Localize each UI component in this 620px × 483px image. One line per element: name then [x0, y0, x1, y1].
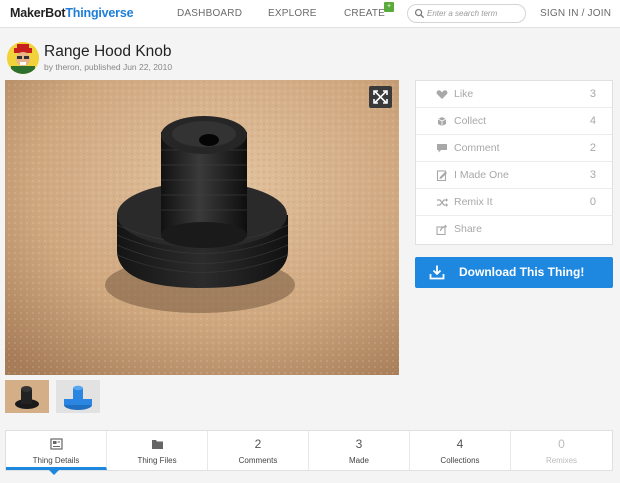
comment-count: 2 [589, 142, 596, 154]
like-button[interactable]: Like 3 [416, 81, 612, 108]
author-avatar[interactable] [7, 42, 39, 74]
author-link[interactable]: theron [55, 62, 79, 72]
tab-thing-details[interactable]: Thing Details [6, 431, 107, 470]
search-icon [414, 8, 425, 19]
nav-create[interactable]: CREATE [344, 8, 385, 19]
thumbnail-1[interactable] [5, 380, 49, 413]
collect-button[interactable]: Collect 4 [416, 108, 612, 135]
thumbnail-knob-blue [56, 380, 100, 413]
share-button[interactable]: Share [416, 216, 612, 243]
top-nav: MakerBotThingiverse DASHBOARD EXPLORE CR… [0, 0, 620, 28]
folder-icon [152, 440, 163, 449]
download-icon [429, 265, 445, 280]
nav-dashboard[interactable]: DASHBOARD [177, 8, 242, 19]
thing-title: Range Hood Knob [44, 43, 172, 60]
details-icon [50, 438, 63, 450]
heart-icon [436, 90, 448, 99]
share-icon [436, 224, 448, 235]
comment-button[interactable]: Comment 2 [416, 135, 612, 162]
made-count: 3 [589, 169, 596, 181]
thumbnail-2[interactable] [56, 380, 100, 413]
search-input[interactable] [427, 7, 523, 20]
main-photo[interactable] [5, 80, 399, 375]
made-one-button[interactable]: I Made One 3 [416, 162, 612, 189]
tab-collections[interactable]: 4 Collections [410, 431, 511, 470]
collect-icon [437, 117, 447, 126]
active-tab-pointer [48, 469, 60, 475]
nav-explore[interactable]: EXPLORE [268, 8, 317, 19]
tab-comments[interactable]: 2 Comments [208, 431, 309, 470]
like-count: 3 [589, 88, 596, 100]
made-one-icon [436, 170, 447, 181]
comment-icon [437, 144, 447, 153]
thing-tabs: Thing Details Thing Files 2 Comments 3 M… [5, 430, 613, 471]
expand-icon [373, 90, 388, 104]
tab-remixes[interactable]: 0 Remixes [511, 431, 612, 470]
create-plus-icon[interactable]: + [384, 2, 394, 12]
comments-count: 2 [254, 437, 262, 451]
remix-button[interactable]: Remix It 0 [416, 189, 612, 216]
tab-thing-files[interactable]: Thing Files [107, 431, 208, 470]
site-logo[interactable]: MakerBotThingiverse [10, 6, 134, 20]
expand-button[interactable] [369, 86, 392, 108]
collections-count: 4 [456, 437, 464, 451]
made-tab-count: 3 [355, 437, 363, 451]
remixes-count: 0 [558, 437, 565, 451]
nav-signin[interactable]: SIGN IN / JOIN [540, 8, 611, 19]
download-button[interactable]: Download This Thing! [415, 257, 613, 288]
remix-icon [437, 198, 448, 207]
avatar-image [7, 42, 39, 74]
thumbnail-knob-black [5, 380, 49, 413]
action-panel: Like 3 Collect 4 Comment 2 I Made One 3 … [415, 80, 613, 245]
byline: by theron, published Jun 22, 2010 [44, 62, 173, 72]
collect-count: 4 [589, 115, 596, 127]
knob-photo [5, 80, 399, 375]
search-box [407, 4, 526, 23]
tab-made[interactable]: 3 Made [309, 431, 410, 470]
remix-count: 0 [589, 196, 596, 208]
